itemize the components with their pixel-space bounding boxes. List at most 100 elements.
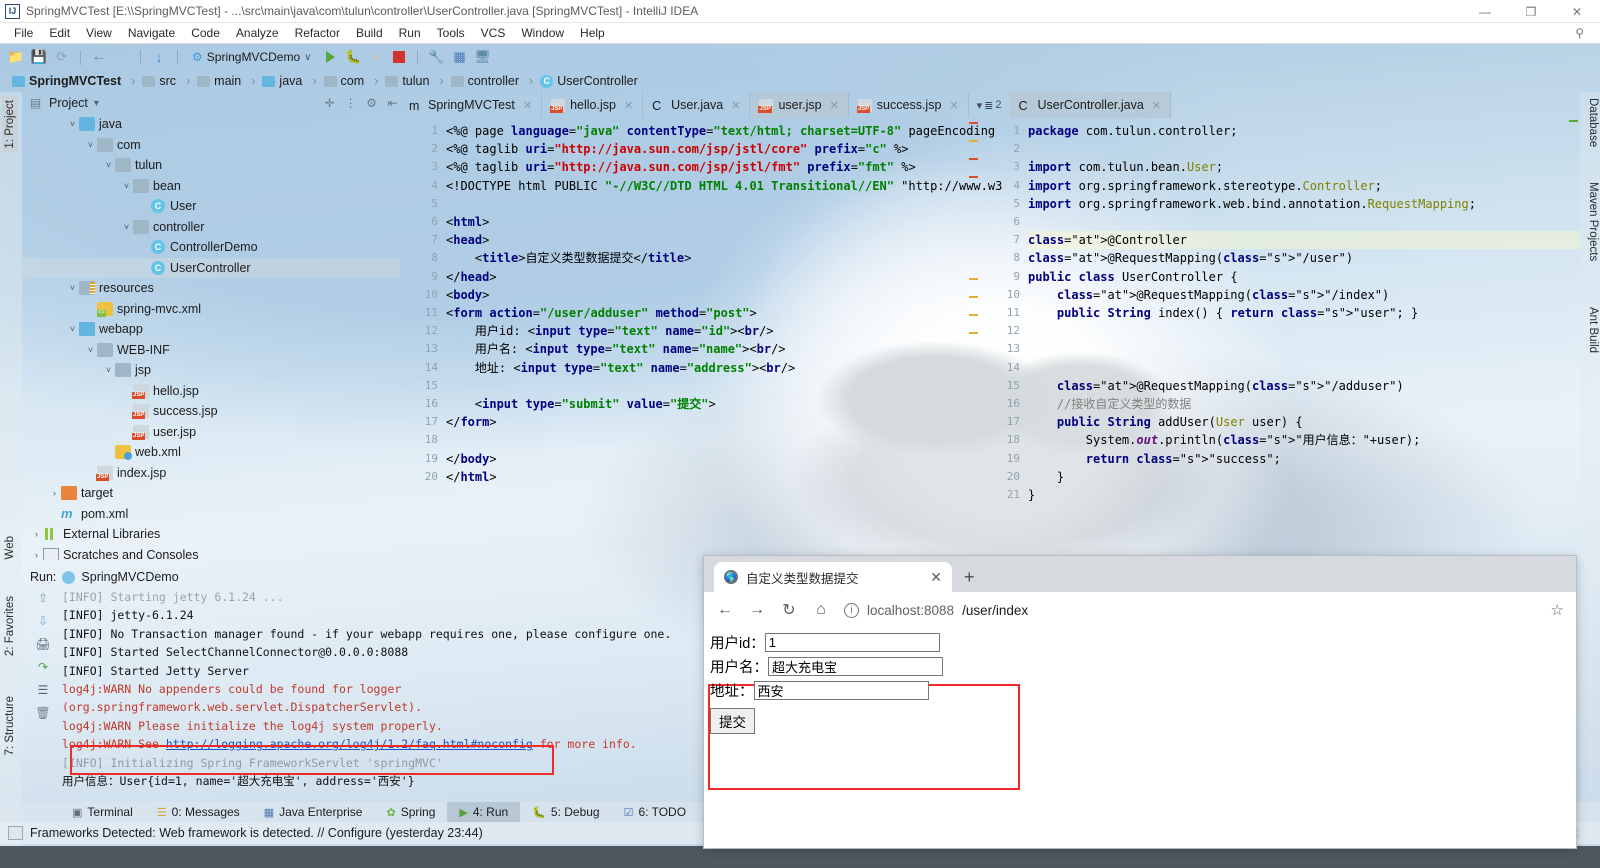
expand-all-icon[interactable]: ⋮ <box>343 96 358 111</box>
home-icon[interactable]: ⌂ <box>812 601 830 619</box>
editor-tab-overflow[interactable]: ▾ ≣ 2 <box>969 92 1010 118</box>
tree-node-pom-xml[interactable]: mpom.xml <box>22 504 400 525</box>
menu-item-analyze[interactable]: Analyze <box>228 24 287 42</box>
tree-node-external-libraries[interactable]: ›External Libraries <box>22 524 400 545</box>
error-stripe-right[interactable] <box>1568 118 1578 552</box>
form-input-address[interactable] <box>754 681 929 700</box>
error-stripe-left[interactable] <box>968 118 978 552</box>
close-icon[interactable]: ✕ <box>1152 99 1161 112</box>
bottom-tab-spring[interactable]: ✿Spring <box>374 802 447 822</box>
form-input-id[interactable] <box>765 633 940 652</box>
tree-node-com[interactable]: ˅com <box>22 135 400 156</box>
tree-node-web-inf[interactable]: ˅WEB-INF <box>22 340 400 361</box>
tree-expand-arrow[interactable]: ˅ <box>84 345 97 355</box>
tree-expand-arrow[interactable]: ˅ <box>66 283 79 293</box>
editor-pane-user-jsp[interactable]: 1234567891011121314151617181920 <%@ page… <box>400 118 980 552</box>
close-icon[interactable]: ✕ <box>930 569 942 586</box>
submit-button[interactable]: 提交 <box>710 708 755 734</box>
menu-item-view[interactable]: View <box>78 24 120 42</box>
tree-node-target[interactable]: ›target <box>22 483 400 504</box>
project-structure-icon[interactable]: ▦ <box>449 47 469 67</box>
collapse-all-icon[interactable]: ✛ <box>322 96 337 111</box>
tool-tab-favorites[interactable]: 2: Favorites <box>2 592 18 660</box>
tree-node-controller[interactable]: ˅controller <box>22 217 400 238</box>
notification-icon[interactable] <box>8 826 23 840</box>
menu-item-navigate[interactable]: Navigate <box>120 24 183 42</box>
tree-expand-arrow[interactable]: ˅ <box>66 119 79 129</box>
tree-expand-arrow[interactable]: › <box>48 488 61 498</box>
tree-node-jsp[interactable]: ˅jsp <box>22 360 400 381</box>
breadcrumb-item-src[interactable]: src <box>142 74 197 88</box>
forward-arrow-icon[interactable]: → <box>112 47 132 67</box>
code-content-usercontroller[interactable]: package com.tulun.controller;import com.… <box>1028 118 1580 552</box>
tree-node-scratches-and-consoles[interactable]: ›Scratches and Consoles <box>22 545 400 561</box>
run-configuration-selector[interactable]: ⚙ SpringMVCDemo ∨ <box>186 49 317 65</box>
search-everywhere-icon[interactable]: ⚲ <box>1567 24 1600 42</box>
tree-expand-arrow[interactable]: ˅ <box>102 365 115 375</box>
run-with-coverage-button[interactable] <box>366 47 386 67</box>
sdk-manager-icon[interactable]: 🖥 <box>472 47 492 67</box>
breadcrumb-item-controller[interactable]: controller <box>451 74 541 88</box>
chevron-down-icon[interactable]: ▾ <box>94 98 99 109</box>
bottom-tab-5-debug[interactable]: 🐛5: Debug <box>520 802 611 822</box>
tree-expand-arrow[interactable]: ˅ <box>84 140 97 150</box>
tool-tab-database[interactable]: Database <box>1587 98 1599 147</box>
tree-node-web-xml[interactable]: web.xml <box>22 442 400 463</box>
editor-tab-user-jsp[interactable]: user.jsp✕ <box>750 92 848 118</box>
tree-node-user[interactable]: CUser <box>22 196 400 217</box>
settings-wrench-icon[interactable]: 🔧 <box>426 47 446 67</box>
project-tree[interactable]: ˅java˅com˅tulun˅beanCUser˅controllerCCon… <box>22 114 400 560</box>
reload-icon[interactable]: ↻ <box>780 600 798 620</box>
debug-button[interactable]: 🐛 <box>343 47 363 67</box>
breadcrumb-item-com[interactable]: com <box>324 74 386 88</box>
tree-node-webapp[interactable]: ˅webapp <box>22 319 400 340</box>
tree-node-spring-mvc-xml[interactable]: spring-mvc.xml <box>22 299 400 320</box>
close-icon[interactable]: ✕ <box>731 99 740 112</box>
tree-expand-arrow[interactable]: › <box>30 529 43 539</box>
menu-item-run[interactable]: Run <box>391 24 429 42</box>
forward-icon[interactable]: → <box>748 601 766 619</box>
user-form[interactable]: 用户id：用户名：地址：提交 <box>710 632 943 734</box>
tree-node-user-jsp[interactable]: user.jsp <box>22 422 400 443</box>
code-content-user-jsp[interactable]: <%@ page language="java" contentType="te… <box>446 118 980 552</box>
tool-tab-ant-build[interactable]: Ant Build <box>1587 307 1599 353</box>
tree-node-tulun[interactable]: ˅tulun <box>22 155 400 176</box>
save-all-icon[interactable]: 💾 <box>29 47 49 67</box>
chevron-down-icon[interactable]: ∨ <box>304 52 311 63</box>
tree-node-java[interactable]: ˅java <box>22 114 400 135</box>
breadcrumb-item-main[interactable]: main <box>197 74 262 88</box>
tree-node-success-jsp[interactable]: success.jsp <box>22 401 400 422</box>
form-input-name[interactable] <box>768 657 943 676</box>
close-button[interactable]: ✕ <box>1554 0 1600 23</box>
scroll-down-icon[interactable]: ⇩ <box>35 613 51 629</box>
bottom-tab-4-run[interactable]: ▶4: Run <box>447 802 520 822</box>
tree-expand-arrow[interactable]: ˅ <box>120 181 133 191</box>
address-bar[interactable]: i localhost:8088/user/index <box>844 603 1537 618</box>
bottom-tab-java-enterprise[interactable]: ▦Java Enterprise <box>252 802 375 822</box>
menu-item-file[interactable]: File <box>6 24 41 42</box>
sync-icon[interactable]: ⟳ <box>52 47 72 67</box>
editor-tab-user-java[interactable]: CUser.java✕ <box>643 92 750 118</box>
site-info-icon[interactable]: i <box>844 603 859 618</box>
tree-expand-arrow[interactable]: ˅ <box>102 160 115 170</box>
tree-node-controllerdemo[interactable]: CControllerDemo <box>22 237 400 258</box>
new-tab-button[interactable]: + <box>952 567 987 592</box>
stop-button[interactable] <box>389 47 409 67</box>
editor-tab-success-jsp[interactable]: success.jsp✕ <box>849 92 969 118</box>
scroll-up-icon[interactable]: ⇧ <box>35 590 51 606</box>
menu-item-vcs[interactable]: VCS <box>473 24 514 42</box>
breadcrumb-item-usercontroller[interactable]: C UserController <box>540 74 655 88</box>
clear-all-icon[interactable]: 🗑 <box>35 705 51 721</box>
soft-wrap-icon[interactable]: ☰ <box>35 682 51 698</box>
tree-expand-arrow[interactable]: › <box>30 550 43 560</box>
tool-tab-web[interactable]: Web <box>2 532 18 563</box>
tree-node-hello-jsp[interactable]: hello.jsp <box>22 381 400 402</box>
update-project-icon[interactable]: ↓ <box>149 47 169 67</box>
bottom-tab-terminal[interactable]: ▣Terminal <box>60 802 145 822</box>
breadcrumb-item-tulun[interactable]: tulun <box>385 74 450 88</box>
menu-item-build[interactable]: Build <box>348 24 391 42</box>
open-folder-icon[interactable]: 📁 <box>6 47 26 67</box>
menu-item-tools[interactable]: Tools <box>429 24 473 42</box>
tree-expand-arrow[interactable]: ˅ <box>66 324 79 334</box>
bottom-tab-0-messages[interactable]: ☰0: Messages <box>145 802 252 822</box>
